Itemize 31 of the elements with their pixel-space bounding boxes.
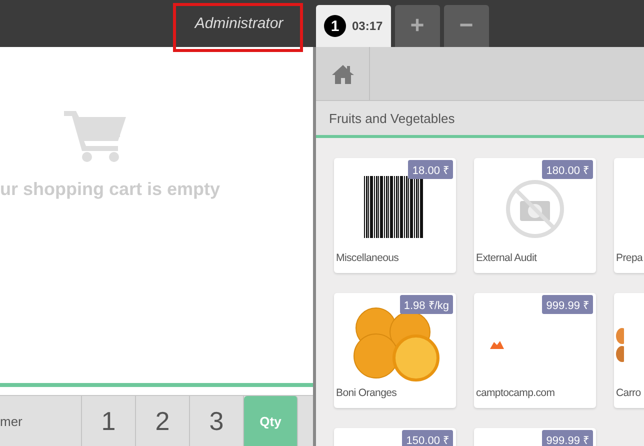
order-number: 1 <box>324 15 346 37</box>
customer-button[interactable]: mer <box>0 396 82 446</box>
product-name: Carro <box>615 387 642 401</box>
product-card[interactable]: 18.00 ₹ Miscellaneous <box>334 158 456 273</box>
product-card[interactable]: 999.99 ₹ <box>474 428 596 446</box>
price-tag: 150.00 ₹ <box>402 430 453 446</box>
price-tag: 180.00 ₹ <box>542 160 593 179</box>
order-tab[interactable]: 1 03:17 <box>316 5 391 47</box>
product-name: Prepa <box>615 252 644 266</box>
product-card[interactable]: Carro <box>614 293 644 408</box>
order-time: 03:17 <box>352 19 383 33</box>
no-photo-icon <box>504 178 566 240</box>
product-name: camptocamp.com <box>475 387 556 401</box>
product-name: Boni Oranges <box>335 387 398 401</box>
add-order-button[interactable]: + <box>394 5 440 47</box>
product-card[interactable]: 150.00 ₹ <box>334 428 456 446</box>
remove-order-button[interactable]: − <box>444 5 489 47</box>
cart-icon <box>64 109 128 163</box>
home-icon <box>332 64 354 84</box>
price-tag: 18.00 ₹ <box>408 160 453 179</box>
product-card[interactable]: 999.99 ₹ camptocamp.com <box>474 293 596 408</box>
price-tag: 1.98 ₹/kg <box>400 295 453 314</box>
product-name: External Audit <box>475 252 538 266</box>
product-card[interactable]: Prepa <box>614 158 644 273</box>
product-card[interactable]: 1.98 ₹/kg Boni Oranges <box>334 293 456 408</box>
price-tag: 999.99 ₹ <box>542 295 593 314</box>
user-name: Administrator <box>193 15 284 32</box>
product-card[interactable]: 180.00 ₹ External Audit <box>474 158 596 273</box>
price-tag: 999.99 ₹ <box>542 430 593 446</box>
category-breadcrumb[interactable]: Fruits and Vegetables <box>329 110 455 126</box>
product-name: Miscellaneous <box>335 252 400 266</box>
